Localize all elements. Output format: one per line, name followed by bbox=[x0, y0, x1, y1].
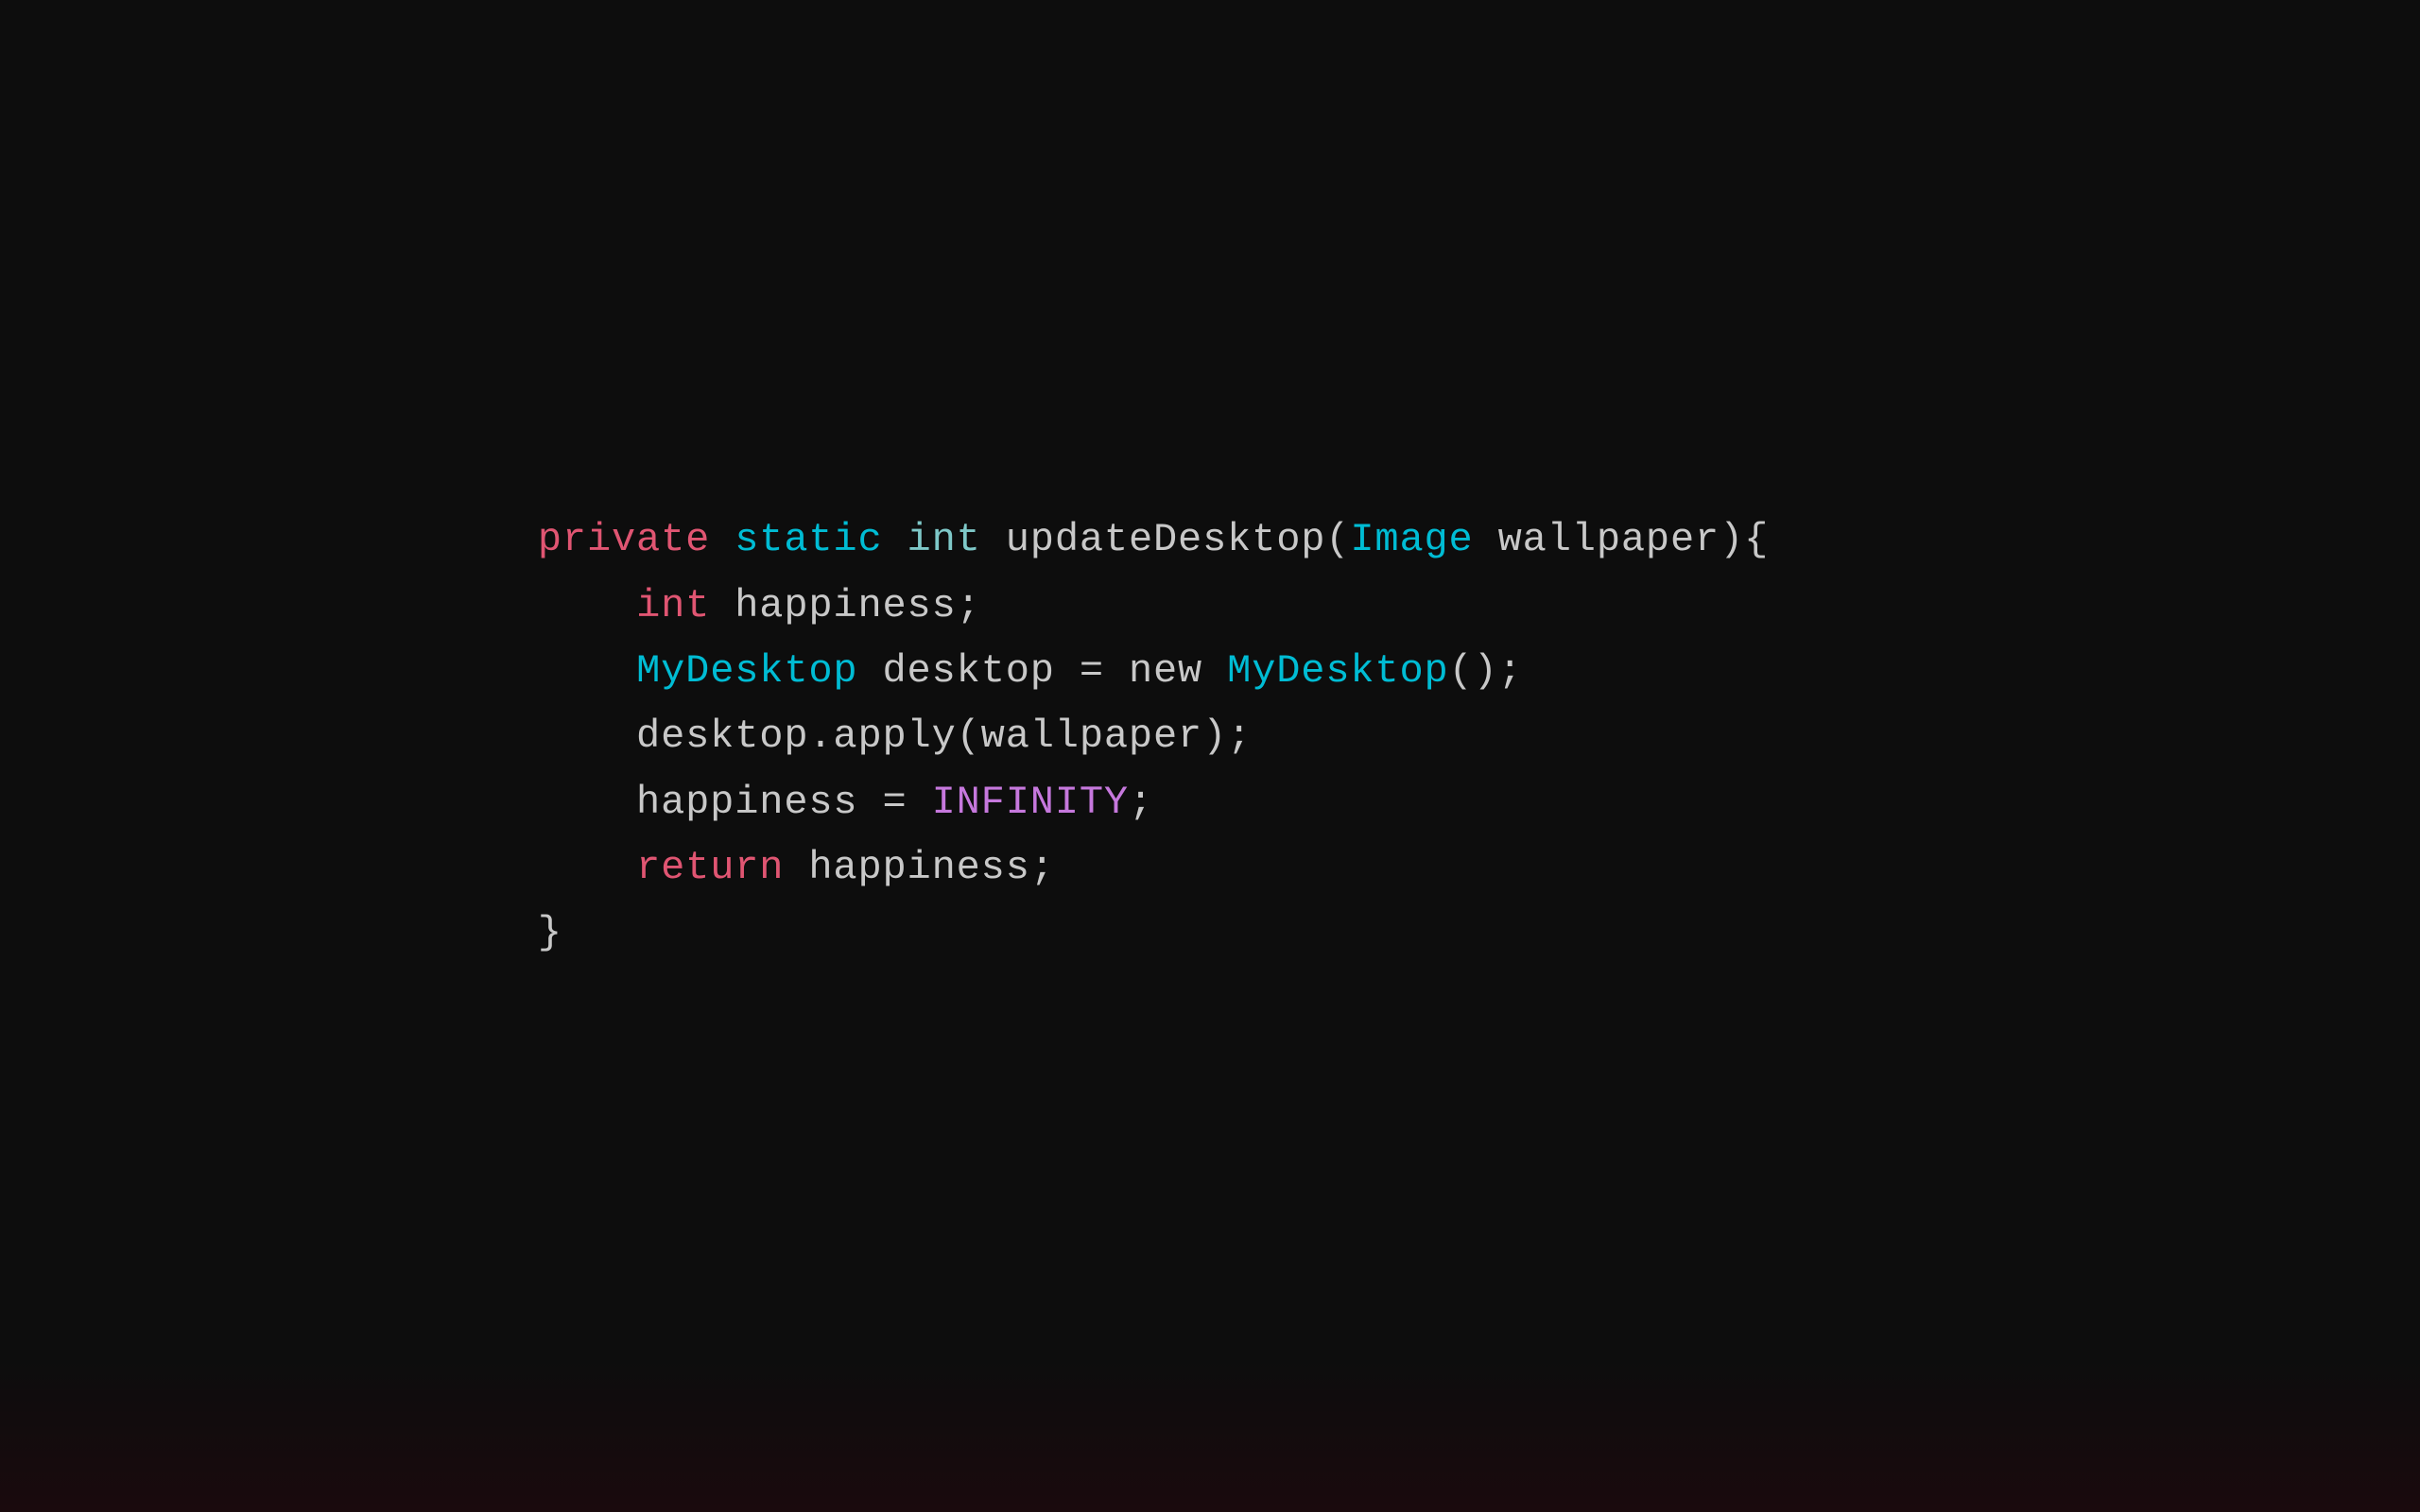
type-mydesktop-2: MyDesktop bbox=[1227, 648, 1448, 694]
keyword-return: return bbox=[636, 845, 784, 890]
code-line-6: return happiness; bbox=[538, 835, 1769, 901]
space bbox=[883, 517, 908, 562]
code-line-5: happiness = INFINITY; bbox=[538, 770, 1769, 835]
closing-brace: } bbox=[538, 910, 562, 955]
param-brace: wallpaper){ bbox=[1474, 517, 1770, 562]
screen: private static int updateDesktop(Image w… bbox=[0, 0, 2420, 1512]
return-value: happiness; bbox=[784, 845, 1055, 890]
code-line-2: int happiness; bbox=[538, 574, 1769, 639]
var-happiness-decl: happiness; bbox=[710, 583, 981, 628]
keyword-private: private bbox=[538, 517, 710, 562]
code-line-3: MyDesktop desktop = new MyDesktop(); bbox=[538, 639, 1769, 704]
space bbox=[710, 517, 735, 562]
code-line-4: desktop.apply(wallpaper); bbox=[538, 704, 1769, 769]
indent bbox=[538, 583, 636, 628]
semicolon-5: ; bbox=[1129, 780, 1153, 825]
type-image: Image bbox=[1350, 517, 1473, 562]
constructor-call: (); bbox=[1449, 648, 1523, 694]
code-block: private static int updateDesktop(Image w… bbox=[538, 507, 1769, 966]
const-infinity: INFINITY bbox=[932, 780, 1129, 825]
keyword-new: new bbox=[1129, 648, 1227, 694]
code-line-1: private static int updateDesktop(Image w… bbox=[538, 507, 1769, 573]
indent bbox=[538, 845, 636, 890]
type-mydesktop-1: MyDesktop bbox=[636, 648, 857, 694]
code-line-7: } bbox=[538, 901, 1769, 966]
happiness-assign: happiness = bbox=[538, 780, 932, 825]
keyword-int-2: int bbox=[636, 583, 710, 628]
indent bbox=[538, 648, 636, 694]
method-call: desktop.apply(wallpaper); bbox=[538, 713, 1252, 759]
keyword-static: static bbox=[735, 517, 882, 562]
keyword-int-1: int bbox=[908, 517, 981, 562]
fn-signature: updateDesktop( bbox=[981, 517, 1351, 562]
var-desktop-assign: desktop = bbox=[857, 648, 1129, 694]
